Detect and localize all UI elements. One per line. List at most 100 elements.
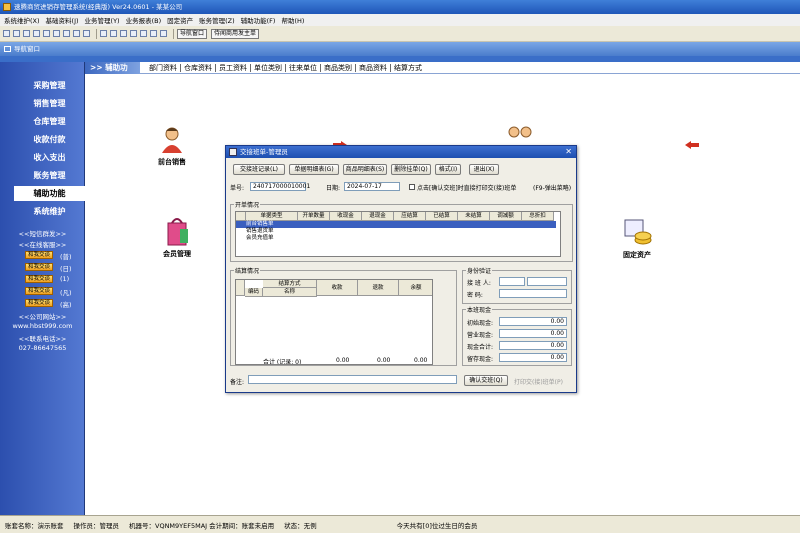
toolbar-icon[interactable] (53, 30, 60, 37)
tab-partners[interactable]: 往来单位 (286, 63, 321, 72)
module-label: 前台销售 (158, 158, 186, 166)
module-member[interactable]: 会员管理 (155, 215, 199, 259)
toolbar-icon[interactable] (110, 30, 117, 37)
phone-number: 027-86647565 (18, 344, 67, 352)
tab-unit-types[interactable]: 单位类别 (251, 63, 286, 72)
toolbar-separator (173, 28, 174, 39)
qq-chat-button[interactable]: 和我交谈 (25, 251, 54, 259)
sidebar-item-purchase[interactable]: 采购管理 (14, 78, 85, 93)
qq-chat-button[interactable]: 和我交谈 (25, 263, 54, 271)
tab-employees[interactable]: 员工资料 (216, 63, 251, 72)
table-row[interactable]: 会员充值单 (236, 235, 274, 242)
sidebar-item-auxiliary[interactable]: 辅助功能 (14, 186, 85, 201)
toolbar-icon[interactable] (33, 30, 40, 37)
settle-total-label: 合计 (记录: 0) (263, 359, 302, 365)
toolbar-icon[interactable] (160, 30, 167, 37)
forum-button[interactable]: 侍闻商用发主单 (211, 28, 260, 39)
table-header: 单据类型 (246, 212, 298, 221)
cash-label: 营业现金: (467, 332, 494, 339)
status-machine: 机器号：VQNM9YEF5MAJ 会计期间：账套未启用 (129, 521, 275, 530)
menu-fixed-assets[interactable]: 固定资产 (167, 15, 193, 25)
table-header (236, 212, 246, 221)
exit-button[interactable]: 退出(X) (469, 164, 499, 175)
sidebar-item-accounts[interactable]: 账务管理 (14, 168, 85, 183)
toolbar-icon[interactable] (150, 30, 157, 37)
module-label: 会员管理 (163, 250, 191, 258)
group-title: 开单情况 (234, 200, 261, 209)
memo-field[interactable] (248, 375, 457, 384)
window-icon (4, 46, 11, 52)
menu-system[interactable]: 系统维护(X) (4, 15, 40, 25)
confirm-handover-button[interactable]: 确认交班(Q) (464, 375, 508, 386)
handover-records-button[interactable]: 交接班记录(L) (233, 164, 285, 175)
print-checkbox[interactable] (409, 184, 415, 190)
tab-settlement[interactable]: 结算方式 (391, 64, 425, 72)
sidebar-item-maintenance[interactable]: 系统维护 (14, 204, 85, 219)
product-detail-button[interactable]: 商品明细表(S) (343, 164, 387, 175)
status-bar: 账套名称：演示账套 操作员：管理员 机器号：VQNM9YEF5MAJ 会计期间：… (0, 515, 800, 533)
print-handover-button[interactable]: 打印交(接)班单(P) (514, 377, 563, 386)
sidebar-item-payments[interactable]: 收款付款 (14, 132, 85, 147)
bill-detail-button[interactable]: 单据明细表(G) (289, 164, 339, 175)
bill-no-field[interactable]: 240717000010001 (250, 182, 310, 191)
toolbar-icon[interactable] (23, 30, 30, 37)
cash-label: 留存现金: (467, 356, 494, 363)
status-state: 状态：无例 (284, 521, 317, 530)
cash-value[interactable]: 0.00 (499, 353, 567, 362)
handover-person-name[interactable] (527, 277, 567, 286)
sidebar-item-sales[interactable]: 销售管理 (14, 96, 85, 111)
toolbar-icon[interactable] (43, 30, 50, 37)
toolbar-icon[interactable] (140, 30, 147, 37)
website-label: <<公司网站>> (18, 313, 67, 321)
settlement-group: 结算情况 编码 结算方式 名称 收款 退款 余额 合计 (记录: 0) 0.00… (230, 266, 457, 366)
cash-value[interactable]: 0.00 (499, 317, 567, 326)
qq-chat-button[interactable]: 和我交谈 (25, 299, 54, 307)
cash-value[interactable]: 0.00 (499, 341, 567, 350)
toolbar-icon[interactable] (120, 30, 127, 37)
close-icon[interactable]: ✕ (565, 146, 572, 158)
sidebar-item-warehouse[interactable]: 仓库管理 (14, 114, 85, 129)
handover-person-select[interactable] (499, 277, 525, 286)
toolbar-icon[interactable] (3, 30, 10, 37)
toolbar-icon[interactable] (63, 30, 70, 37)
toolbar-icon[interactable] (100, 30, 107, 37)
module-fixed-assets[interactable]: 固定资产 (615, 218, 659, 260)
dialog-icon (229, 148, 237, 156)
menu-business[interactable]: 业务管理(Y) (85, 15, 120, 25)
sidebar-item-income[interactable]: 收入支出 (14, 150, 85, 165)
toolbar-icon[interactable] (13, 30, 20, 37)
format-button[interactable]: 格式(I) (435, 164, 461, 175)
nav-window-title: 导航窗口 (14, 45, 40, 53)
settle-total-receipt: 0.00 (336, 357, 350, 364)
dialog-title: 交接班单-管理员 (240, 148, 288, 156)
tab-departments[interactable]: 部门资料 (146, 63, 181, 72)
sidebar: 采购管理 销售管理 仓库管理 收款付款 收入支出 账务管理 辅助功能 系统维护 … (0, 62, 85, 515)
qq-chat-button[interactable]: 和我交谈 (25, 275, 54, 283)
toolbar-icon[interactable] (73, 30, 80, 37)
cash-value[interactable]: 0.00 (499, 329, 567, 338)
tab-warehouses[interactable]: 仓库资料 (181, 63, 216, 72)
website-link[interactable]: www.hbst999.com (0, 322, 85, 330)
menu-accounts[interactable]: 账务管理(Z) (199, 15, 235, 25)
menu-auxiliary[interactable]: 辅助功能(F) (241, 15, 276, 25)
module-front-sales[interactable]: 前台销售 (150, 125, 194, 167)
sms-link[interactable]: <<短信群发>> (0, 228, 85, 238)
menu-help[interactable]: 帮助(H) (281, 15, 304, 25)
open-bill-group: 开单情况 单据类型 开单数量 收现金 退现金 应结算 已结算 未结算 调减额 总… (230, 200, 573, 262)
nav-window-button[interactable]: 导航窗口 (177, 28, 208, 39)
delete-pending-button[interactable]: 删除挂单(Q) (391, 164, 431, 175)
table-row[interactable]: 前台销售单 (236, 221, 556, 228)
date-field[interactable]: 2024-07-17 (344, 182, 400, 191)
online-service-label: <<在线客服>> (18, 241, 67, 249)
toolbar-icon[interactable] (130, 30, 137, 37)
tab-product-types[interactable]: 商品类别 (321, 63, 356, 72)
password-label: 密 码: (467, 292, 483, 299)
toolbar-icon[interactable] (83, 30, 90, 37)
qq-chat-button[interactable]: 和我交谈 (25, 287, 54, 295)
tab-products[interactable]: 商品资料 (356, 63, 391, 72)
table-row[interactable]: 销售退货单 (236, 228, 274, 235)
password-field[interactable] (499, 289, 567, 298)
menu-basic-data[interactable]: 基础资料(J) (46, 15, 79, 25)
menu-reports[interactable]: 业务报表(B) (126, 15, 162, 25)
status-account: 账套名称：演示账套 (5, 521, 64, 530)
